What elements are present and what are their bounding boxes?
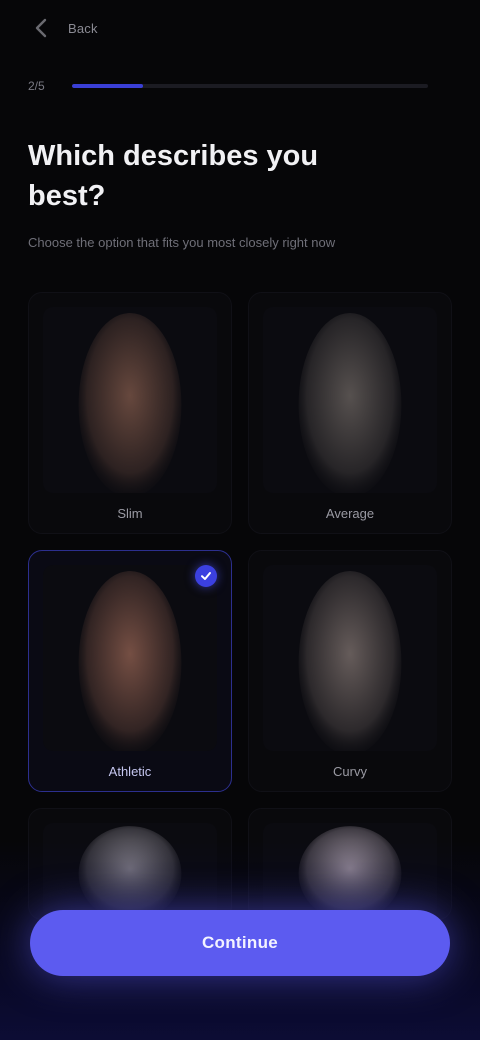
option-photo (43, 823, 217, 919)
option-label: Curvy (333, 764, 367, 779)
progress-row: 2/5 (28, 76, 428, 96)
option-photo (263, 565, 437, 751)
option-card[interactable]: Curvy (248, 550, 452, 792)
progress-bar (72, 84, 428, 88)
option-photo (263, 823, 437, 919)
quiz-screen: Back 2/5 Which describes you best? Choos… (0, 0, 480, 1040)
option-photo (43, 307, 217, 493)
top-bar: Back (28, 14, 98, 42)
checkmark-icon (195, 565, 217, 587)
option-card[interactable]: Slim (28, 292, 232, 534)
question-title: Which describes you best? (28, 140, 319, 212)
chevron-left-icon[interactable] (28, 14, 56, 42)
option-label: Slim (117, 506, 143, 521)
continue-button[interactable]: Continue (30, 910, 450, 976)
back-label[interactable]: Back (68, 21, 98, 36)
option-card[interactable] (28, 808, 232, 920)
question-subtitle: Choose the option that fits you most clo… (28, 235, 336, 250)
step-counter: 2/5 (28, 79, 45, 93)
option-label: Average (325, 506, 375, 521)
option-label: Athletic (108, 764, 152, 779)
option-photo (43, 565, 217, 751)
option-card[interactable] (248, 808, 452, 920)
option-card[interactable]: Athletic (28, 550, 232, 792)
option-card[interactable]: Average (248, 292, 452, 534)
options-grid: Slim Average Athletic Curvy (28, 292, 452, 920)
progress-bar-fill (72, 84, 144, 88)
option-photo (263, 307, 437, 493)
